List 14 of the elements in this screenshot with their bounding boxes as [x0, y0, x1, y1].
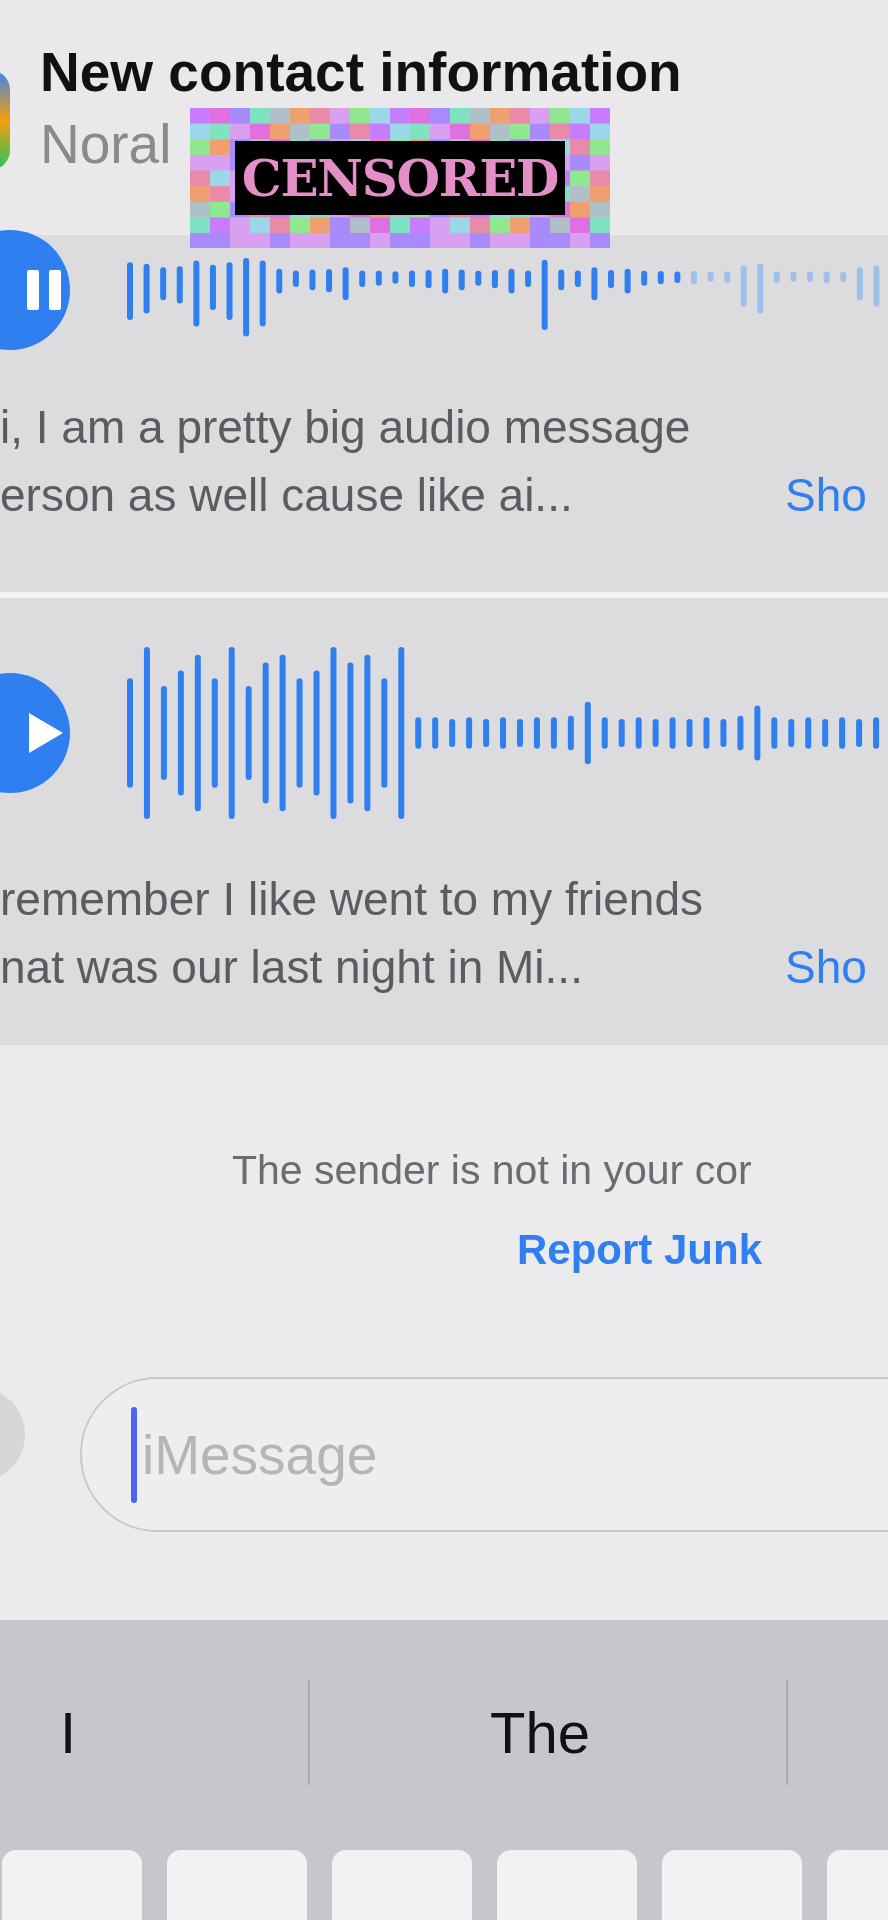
header-subtitle: Noral: [40, 112, 172, 177]
show-more-link[interactable]: Sho: [785, 933, 867, 1001]
transcript-line: erson as well cause like ai...: [0, 468, 573, 523]
header-title: New contact information: [40, 40, 682, 105]
show-more-link[interactable]: Sho: [785, 461, 867, 529]
suggestion-item[interactable]: The: [490, 1698, 590, 1768]
censor-label: CENSORED: [235, 141, 565, 215]
report-junk-link[interactable]: Report Junk: [517, 1225, 763, 1275]
sender-notice: The sender is not in your cor: [232, 1146, 752, 1195]
message-field[interactable]: iMessage: [80, 1377, 888, 1532]
transcript-line: remember I like went to my friends: [0, 872, 703, 927]
suggestion-item[interactable]: I: [60, 1698, 77, 1768]
transcript-line: nat was our last night in Mi...: [0, 940, 583, 995]
transcript-line: i, I am a pretty big audio message: [0, 400, 691, 455]
